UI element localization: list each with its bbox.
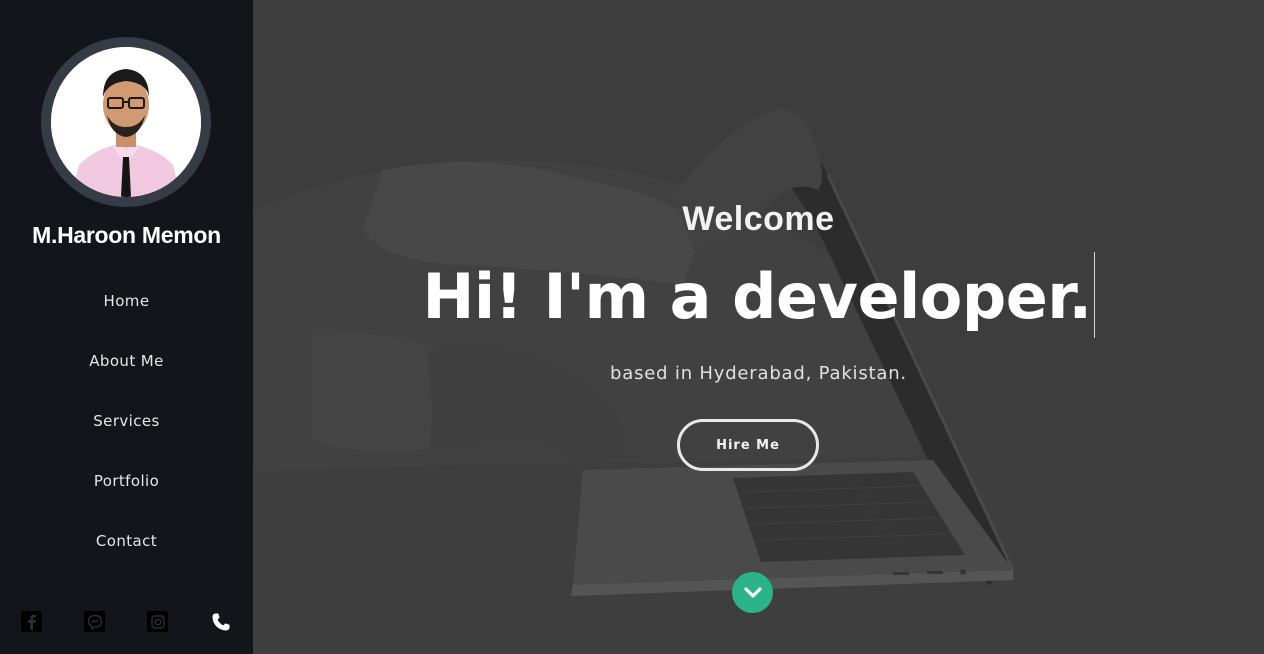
welcome-heading: Welcome <box>682 200 835 238</box>
hero-headline-text: Hi! I'm a developer. <box>422 260 1092 334</box>
hire-me-button[interactable]: Hire Me <box>677 419 819 471</box>
sidebar: M.Haroon Memon Home About Me Services Po… <box>0 0 253 654</box>
avatar-ring <box>41 37 211 207</box>
hero-location: based in Hyderabad, Pakistan. <box>610 363 907 384</box>
nav-item-contact[interactable]: Contact <box>0 520 253 580</box>
nav-item-portfolio[interactable]: Portfolio <box>0 460 253 520</box>
chevron-down-icon <box>743 586 762 598</box>
scroll-down-button[interactable] <box>732 572 773 613</box>
messenger-icon[interactable] <box>84 611 105 632</box>
profile-name: M.Haroon Memon <box>32 222 221 248</box>
profile-photo <box>51 47 201 197</box>
nav-item-about-me[interactable]: About Me <box>0 340 253 400</box>
phone-icon[interactable] <box>210 611 231 632</box>
nav-item-services[interactable]: Services <box>0 400 253 460</box>
hero-headline: Hi! I'm a developer. <box>253 252 1264 344</box>
avatar <box>51 47 201 197</box>
typing-caret <box>1093 252 1095 338</box>
facebook-icon[interactable] <box>21 611 42 632</box>
social-links <box>0 608 253 636</box>
instagram-icon[interactable] <box>147 611 168 632</box>
nav-item-home[interactable]: Home <box>0 280 253 340</box>
hero-section: Welcome Hi! I'm a developer. based in Hy… <box>253 0 1264 654</box>
sidebar-nav: Home About Me Services Portfolio Contact <box>0 280 253 580</box>
